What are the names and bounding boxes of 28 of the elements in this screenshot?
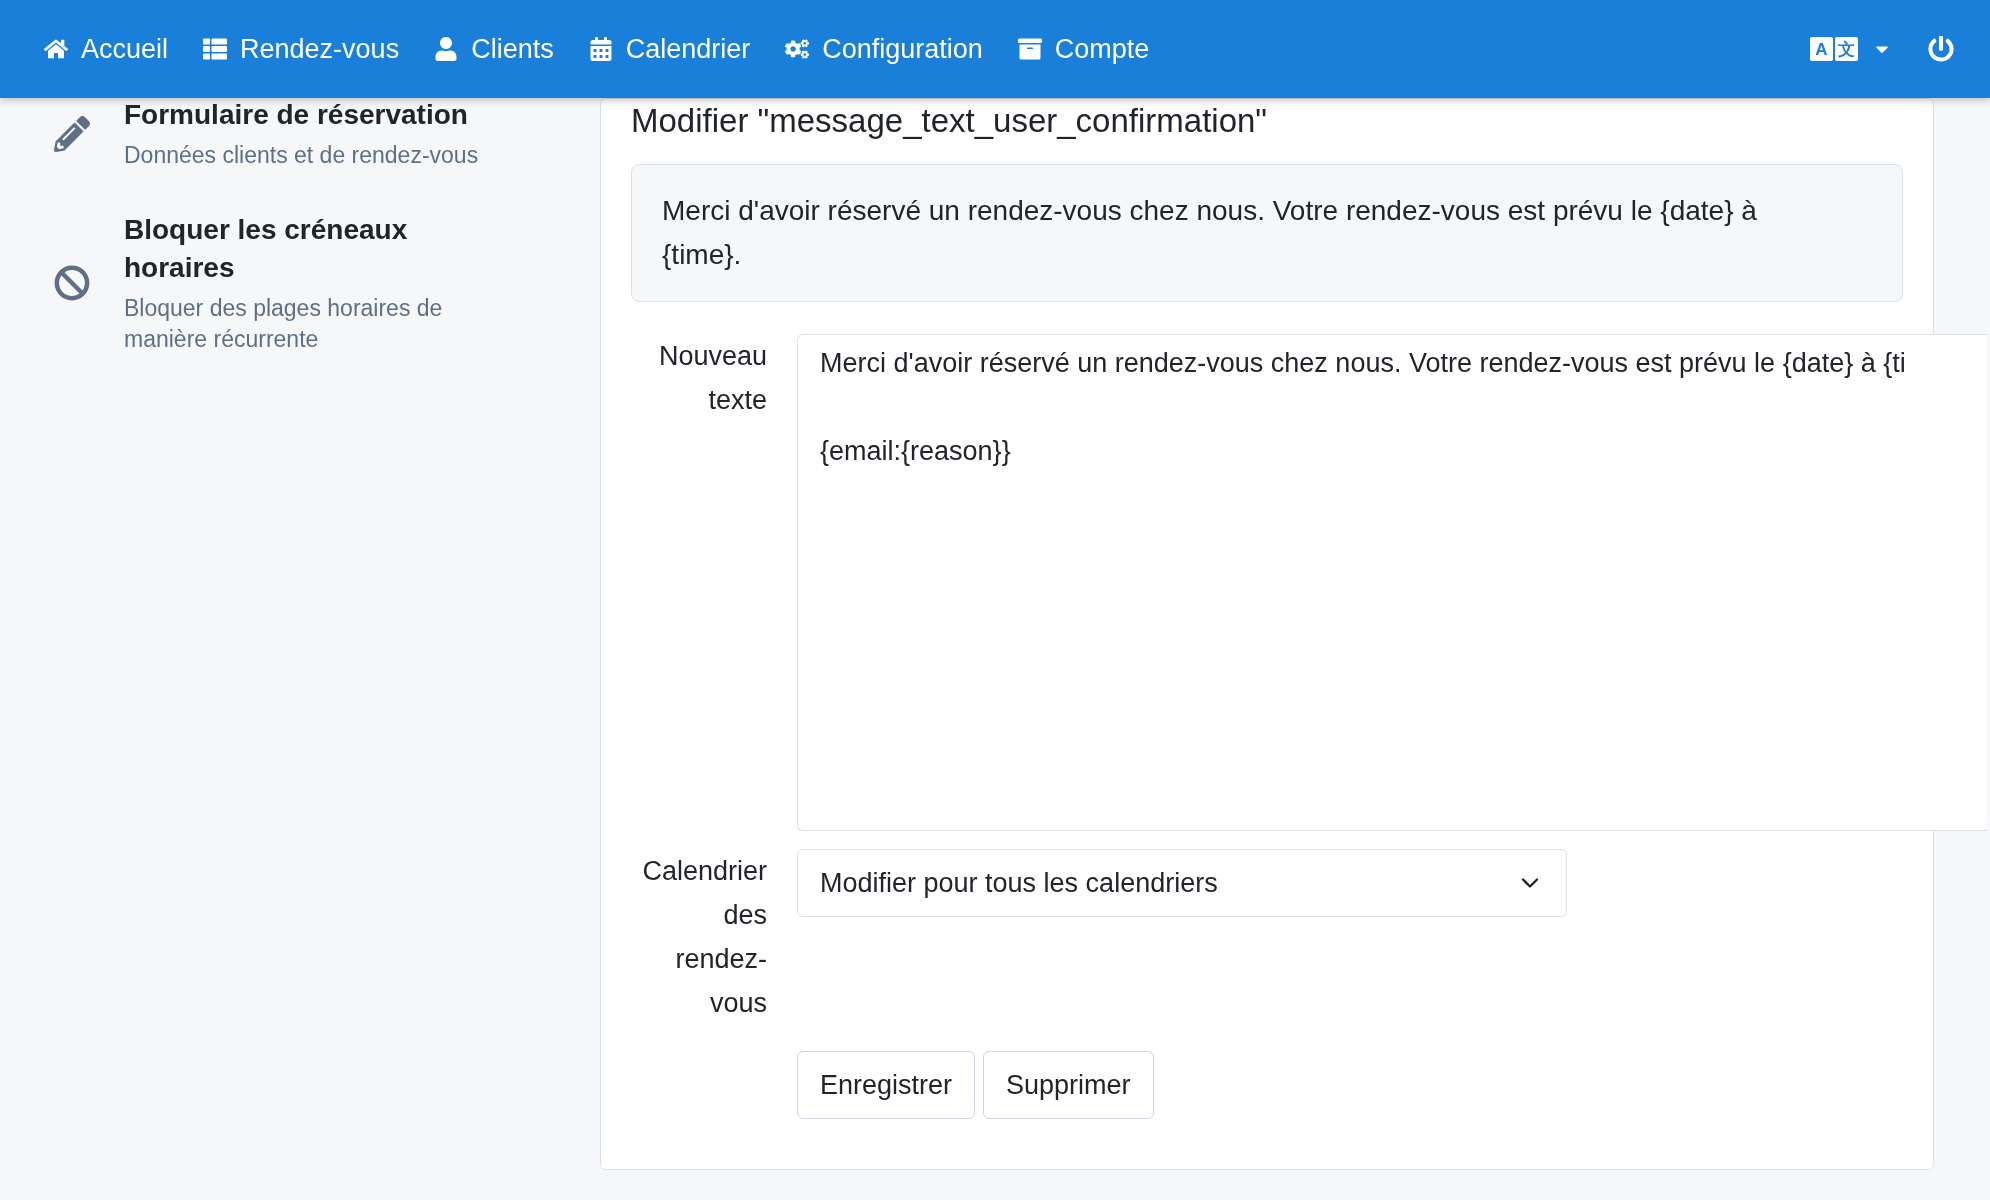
- home-icon: [44, 37, 68, 61]
- user-icon: [434, 37, 459, 61]
- current-text: Merci d'avoir réservé un rendez-vous chez nous. Votre rendez-vous est prévu le {date} à {time}.: [631, 164, 1903, 302]
- ban-icon: [54, 265, 90, 301]
- nav-link[interactable]: Accueil: [44, 33, 169, 65]
- nav-link[interactable]: Compte: [1017, 33, 1150, 65]
- sidebar-item-title[interactable]: Bloquer les créneaux horaires: [124, 211, 484, 287]
- delete-button[interactable]: Supprimer: [983, 1051, 1154, 1119]
- page-title: Modifier "message_text_user_confirmation": [631, 101, 1269, 141]
- field-label: Nouveau texte: [657, 340, 767, 417]
- list-icon: [203, 37, 228, 61]
- field-label: Calendrier des rendez-vous: [641, 855, 767, 1020]
- calendar-icon: [588, 37, 613, 61]
- sidebar-item-subtitle: Bloquer des plages horaires de manière récurrente: [124, 294, 444, 354]
- power-icon[interactable]: [1928, 36, 1954, 62]
- nav-link[interactable]: Calendrier: [588, 33, 751, 65]
- nav-link[interactable]: Clients: [434, 33, 554, 65]
- nav-link[interactable]: Rendez-vous: [203, 33, 400, 65]
- sidebar-item-title[interactable]: Formulaire de réservation: [124, 96, 484, 134]
- nav-link[interactable]: Configuration: [785, 33, 983, 65]
- text-area[interactable]: Merci d'avoir réservé un rendez-vous chez nous. Votre rendez-vous est prévu le {date} à {ti {email:{reason}}: [797, 334, 1987, 831]
- sidebar-item-subtitle: Données clients et de rendez-vous: [124, 141, 480, 170]
- calendar-select[interactable]: Modifier pour tous les calendriers: [797, 849, 1567, 917]
- language-button[interactable]: A 文: [1810, 37, 1858, 61]
- save-button[interactable]: Enregistrer: [797, 1051, 976, 1119]
- gears-icon: [785, 37, 810, 61]
- archive-icon: [1017, 37, 1042, 61]
- pencil-icon: [54, 115, 90, 152]
